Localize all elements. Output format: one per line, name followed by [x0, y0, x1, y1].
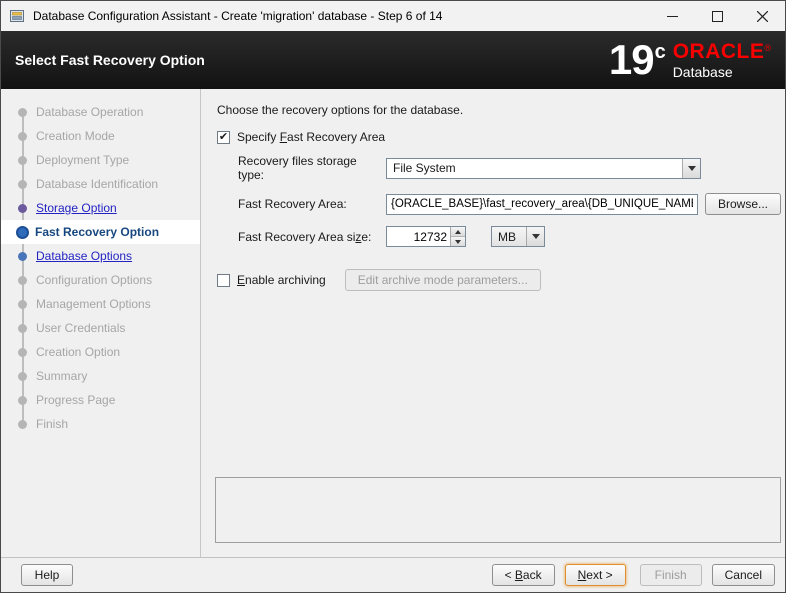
browse-button[interactable]: Browse...: [705, 193, 781, 215]
finish-button[interactable]: Finish: [640, 564, 702, 586]
main-content: Choose the recovery options for the data…: [201, 89, 786, 557]
app-icon: [9, 8, 25, 24]
fra-form: Recovery files storage type: File System…: [238, 154, 781, 247]
step-dot-icon: [18, 252, 27, 261]
logo-version-number: 19: [609, 36, 654, 83]
chevron-down-icon[interactable]: [682, 159, 700, 178]
step-dot-icon: [18, 180, 27, 189]
edit-archive-mode-button[interactable]: Edit archive mode parameters...: [345, 269, 541, 291]
step-dot-icon: [18, 324, 27, 333]
step-dot-icon: [18, 156, 27, 165]
step-dot-icon: [18, 108, 27, 117]
sidebar-step-database-identification: Database Identification: [1, 172, 200, 196]
page-header: Select Fast Recovery Option 19c ORACLE® …: [1, 31, 785, 89]
sidebar-step-creation-option: Creation Option: [1, 340, 200, 364]
sidebar-step-fast-recovery-option[interactable]: Fast Recovery Option: [1, 220, 200, 244]
window-title: Database Configuration Assistant - Creat…: [33, 9, 650, 23]
minimize-button[interactable]: [650, 1, 695, 31]
step-dot-icon: [18, 420, 27, 429]
enable-archiving-row: Enable archiving Edit archive mode param…: [217, 269, 781, 291]
sidebar-step-progress-page: Progress Page: [1, 388, 200, 412]
oracle-wordmark: ORACLE: [673, 40, 765, 63]
wizard-sidebar: Database Operation Creation Mode Deploymen…: [1, 89, 201, 557]
cancel-button[interactable]: Cancel: [712, 564, 775, 586]
message-area: [215, 477, 781, 543]
step-dot-icon: [18, 348, 27, 357]
maximize-button[interactable]: [695, 1, 740, 31]
back-button[interactable]: < Back: [492, 564, 555, 586]
step-label: Database Identification: [36, 177, 158, 191]
step-dot-icon: [18, 276, 27, 285]
fra-location-label: Fast Recovery Area:: [238, 197, 386, 211]
storage-type-select[interactable]: File System: [386, 158, 701, 179]
help-button[interactable]: Help: [21, 564, 73, 586]
step-dot-icon: [18, 204, 27, 213]
instruction-text: Choose the recovery options for the data…: [217, 103, 781, 117]
specify-fra-label[interactable]: Specify Fast Recovery Area: [237, 130, 385, 144]
specify-fra-row: Specify Fast Recovery Area: [217, 130, 781, 144]
enable-archiving-label[interactable]: Enable archiving: [237, 273, 326, 287]
step-label: Fast Recovery Option: [35, 225, 159, 239]
logo-product: Database: [673, 64, 771, 80]
oracle-19c-logo: 19c ORACLE® Database: [609, 39, 771, 81]
logo-version: 19c: [609, 39, 664, 81]
sidebar-step-storage-option[interactable]: Storage Option: [1, 196, 200, 220]
fra-location-row: Fast Recovery Area: Browse...: [238, 193, 781, 215]
step-label: Progress Page: [36, 393, 115, 407]
step-dot-icon: [18, 396, 27, 405]
step-label: User Credentials: [36, 321, 125, 335]
storage-type-row: Recovery files storage type: File System: [238, 154, 781, 182]
fra-size-label: Fast Recovery Area size:: [238, 230, 386, 244]
storage-type-label: Recovery files storage type:: [238, 154, 386, 182]
step-label: Creation Option: [36, 345, 120, 359]
sidebar-step-user-credentials: User Credentials: [1, 316, 200, 340]
body: Database Operation Creation Mode Deploymen…: [1, 89, 785, 557]
step-dot-icon: [18, 300, 27, 309]
enable-archiving-checkbox[interactable]: [217, 274, 230, 287]
fra-size-spinner: [386, 226, 466, 247]
spinner-up-icon[interactable]: [451, 227, 465, 237]
step-dot-icon: [18, 372, 27, 381]
page-title: Select Fast Recovery Option: [15, 52, 205, 68]
logo-version-sup: c: [655, 41, 665, 63]
sidebar-step-finish: Finish: [1, 412, 200, 436]
step-label: Configuration Options: [36, 273, 152, 287]
specify-fra-checkbox[interactable]: [217, 131, 230, 144]
sidebar-step-creation-mode: Creation Mode: [1, 124, 200, 148]
next-button[interactable]: Next >: [565, 564, 626, 586]
close-button[interactable]: [740, 1, 785, 31]
registered-mark-icon: ®: [764, 43, 771, 53]
sidebar-step-database-operation: Database Operation: [1, 100, 200, 124]
fra-size-input[interactable]: [387, 227, 450, 246]
step-label: Deployment Type: [36, 153, 129, 167]
step-label: Creation Mode: [36, 129, 115, 143]
step-label: Summary: [36, 369, 87, 383]
dbca-window: Database Configuration Assistant - Creat…: [0, 0, 786, 593]
footer: Help < Back Next > Finish Cancel: [1, 557, 785, 592]
step-label: Storage Option: [36, 201, 117, 215]
step-label: Database Operation: [36, 105, 143, 119]
fra-size-unit-value: MB: [492, 230, 526, 244]
fra-size-unit-select[interactable]: MB: [491, 226, 545, 247]
step-label: Finish: [36, 417, 68, 431]
step-dot-icon: [16, 226, 29, 239]
step-label: Database Options: [36, 249, 132, 263]
sidebar-step-database-options[interactable]: Database Options: [1, 244, 200, 268]
step-label: Management Options: [36, 297, 151, 311]
titlebar[interactable]: Database Configuration Assistant - Creat…: [1, 1, 785, 31]
sidebar-step-configuration-options: Configuration Options: [1, 268, 200, 292]
spinner-down-icon[interactable]: [451, 237, 465, 246]
fra-size-row: Fast Recovery Area size: MB: [238, 226, 781, 247]
wizard-steps: Database Operation Creation Mode Deploymen…: [1, 100, 200, 436]
chevron-down-icon[interactable]: [526, 227, 544, 246]
storage-type-value: File System: [387, 161, 682, 175]
fra-location-input[interactable]: [386, 194, 698, 215]
sidebar-step-management-options: Management Options: [1, 292, 200, 316]
sidebar-step-deployment-type: Deployment Type: [1, 148, 200, 172]
window-controls: [650, 1, 785, 31]
step-dot-icon: [18, 132, 27, 141]
sidebar-step-summary: Summary: [1, 364, 200, 388]
